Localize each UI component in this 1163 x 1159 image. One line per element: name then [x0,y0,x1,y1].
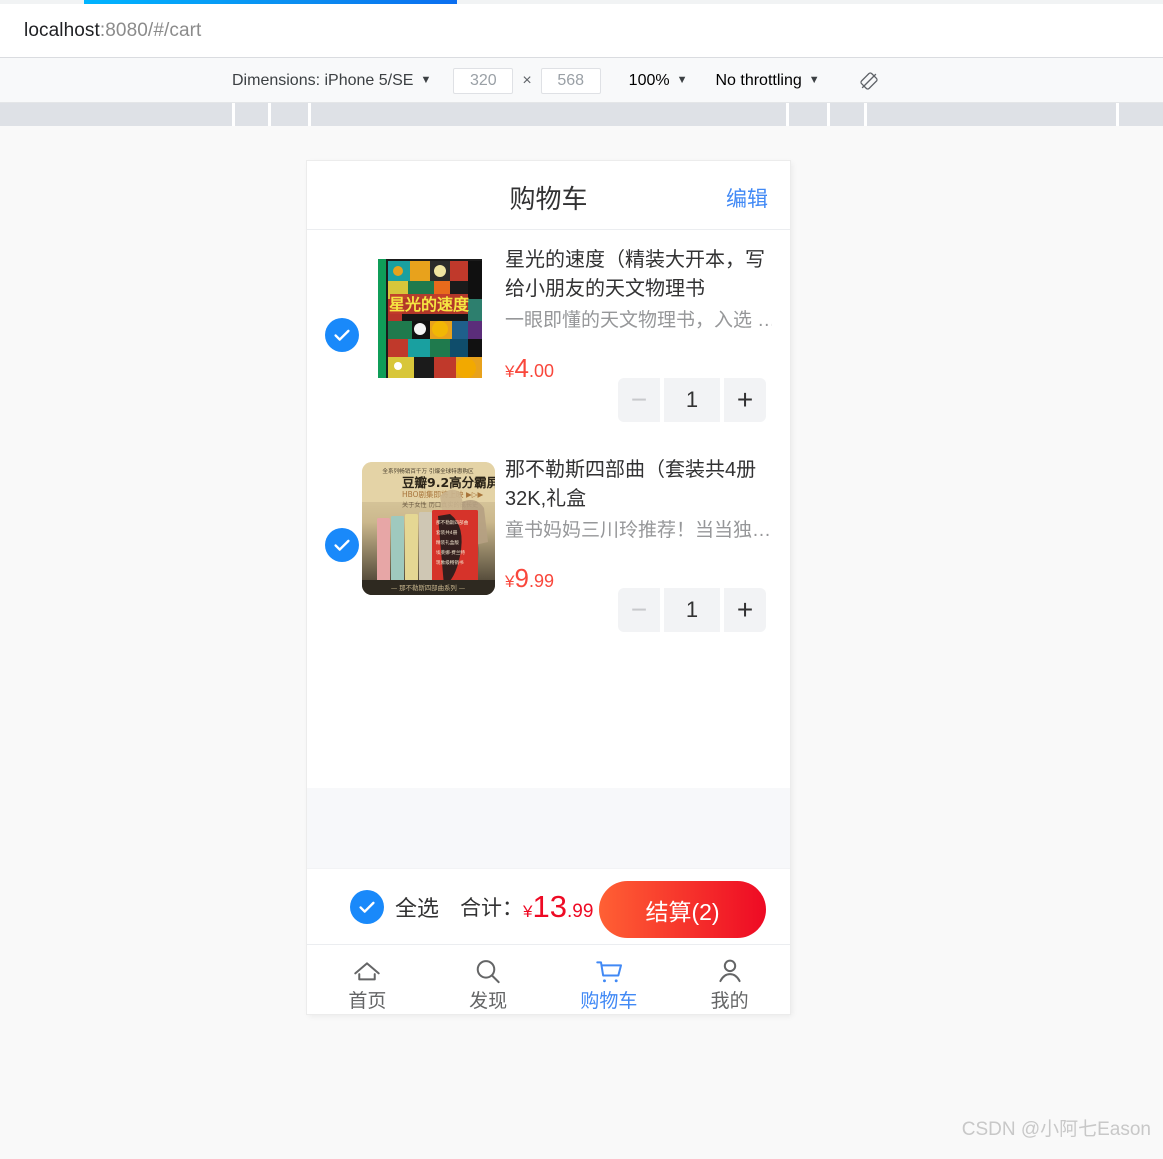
check-icon [334,539,350,551]
tab-profile[interactable]: 我的 [669,956,790,1011]
price-integer: 9 [514,563,529,593]
rotate-icon[interactable] [858,70,880,92]
device-dimensions-label: Dimensions: iPhone 5/SE [232,71,414,89]
quantity-increase-button[interactable]: + [724,378,766,422]
search-icon [476,959,500,983]
price-integer: 4 [514,353,529,383]
svg-text:精装礼盒版: 精装礼盒版 [436,539,459,546]
ruler-tick [827,103,830,126]
select-all-label: 全选 [395,895,440,921]
item-checkbox[interactable] [325,318,359,352]
svg-text:全系列畅销百千万 引爆全球特惠购区: 全系列畅销百千万 引爆全球特惠购区 [382,467,474,475]
chevron-down-icon: ▼ [420,74,432,86]
viewport-ruler [0,103,1163,126]
ruler-tick [268,103,271,126]
svg-text:那不勒斯四部曲: 那不勒斯四部曲 [436,519,469,526]
ruler-tick [864,103,867,126]
dimension-separator: × [522,71,532,89]
tab-label: 首页 [348,990,387,1012]
cart-item: 星光的速度 星光的速度（精装大开本，写给小朋友的天文物理书 一眼即懂的天文物理书… [307,230,790,440]
cart-item-list: 星光的速度 星光的速度（精装大开本，写给小朋友的天文物理书 一眼即懂的天文物理书… [307,230,790,650]
select-all-checkbox[interactable] [350,889,384,924]
product-title: 那不勒斯四部曲（套装共4册 32K,礼盒 [505,459,757,510]
quantity-decrease-button[interactable]: − [618,588,660,632]
chevron-down-icon: ▼ [676,74,688,86]
viewport-width-input[interactable] [453,67,514,94]
throttling-label: No throttling [715,71,802,89]
svg-text:埃莱娜·费兰特: 埃莱娜·费兰特 [436,549,465,556]
product-title: 星光的速度（精装大开本，写给小朋友的天文物理书 [505,249,765,300]
price-decimal: .00 [528,361,554,381]
total-label: 合计： [460,896,524,920]
svg-text:现象级畅销书: 现象级畅销书 [436,559,464,566]
edit-button[interactable]: 编辑 [726,183,768,213]
svg-text:套装共4册: 套装共4册 [436,529,458,536]
quantity-input[interactable] [664,378,720,422]
product-description: 童书妈妈三川玲推荐！当当独… [505,520,772,541]
page-title: 购物车 [509,184,588,214]
ruler-tick [232,103,235,126]
chevron-down-icon: ▼ [808,74,820,86]
product-thumbnail[interactable]: 全系列畅销百千万 引爆全球特惠购区 豆瓣9.2高分霸屏 HBO剧集即将上映 ▶▷… [362,462,495,595]
tab-label: 购物车 [580,990,638,1012]
quantity-input[interactable] [664,588,720,632]
device-emulation-toolbar: Dimensions: iPhone 5/SE ▼ × 100% ▼ No th… [0,58,1163,103]
device-dimensions-dropdown[interactable]: Dimensions: iPhone 5/SE ▼ [232,72,431,90]
bottom-tab-bar: 首页 发现 购物车 我的 [307,944,790,1014]
book-cover-starlight-icon: 星光的速度 [362,252,495,385]
url-path: :8080/#/cart [99,20,202,41]
user-icon [719,959,741,982]
quantity-decrease-button[interactable]: − [618,378,660,422]
product-info: 那不勒斯四部曲（套装共4册 32K,礼盒 童书妈妈三川玲推荐！当当独… ¥9.9… [505,456,772,594]
csdn-watermark: CSDN @小阿七Eason [961,1119,1151,1140]
tab-label: 我的 [710,990,749,1012]
ruler-tick [308,103,311,126]
total-decimal: .99 [566,900,594,922]
svg-text:— 那不勒斯四部曲系列 —: — 那不勒斯四部曲系列 — [391,583,466,592]
cart-navbar: 购物车 编辑 [307,161,790,230]
item-checkbox[interactable] [325,528,359,562]
cart-item: 全系列畅销百千万 引爆全球特惠购区 豆瓣9.2高分霸屏 HBO剧集即将上映 ▶▷… [307,440,790,650]
zoom-label: 100% [628,71,670,89]
quantity-stepper: − + [618,378,766,422]
tab-cart[interactable]: 购物车 [549,956,670,1011]
ruler-tick [786,103,789,126]
cart-list-empty-space [307,650,790,788]
quantity-increase-button[interactable]: + [724,588,766,632]
url-text: localhost:8080/#/cart [24,20,201,42]
cart-bottom-spacer [307,788,790,868]
ruler-tick [1116,103,1119,126]
product-description: 一眼即懂的天文物理书，入选 … [505,310,772,331]
home-icon [354,961,381,980]
submit-bar: 全选 合计： ¥13.99 结算(2) [307,868,790,944]
svg-text:豆瓣9.2高分霸屏: 豆瓣9.2高分霸屏 [402,475,495,490]
cart-icon [596,960,622,982]
device-viewport: 购物车 编辑 星光的速度 星光的速度（精装大开本，写给小朋友的天文物理书 一眼即… [307,161,790,1014]
quantity-stepper: − + [618,588,766,632]
svg-text:星光的速度: 星光的速度 [389,295,470,314]
zoom-dropdown[interactable]: 100% ▼ [629,72,688,90]
tab-discover[interactable]: 发现 [428,956,549,1011]
product-thumbnail[interactable]: 星光的速度 [362,252,495,385]
total-integer: 13 [532,888,567,924]
price-decimal: .99 [528,571,554,591]
tab-label: 发现 [469,990,508,1012]
book-cover-naples-icon: 全系列畅销百千万 引爆全球特惠购区 豆瓣9.2高分霸屏 HBO剧集即将上映 ▶▷… [362,462,495,595]
tab-home[interactable]: 首页 [307,956,428,1011]
total-price: ¥13.99 [523,889,593,925]
product-info: 星光的速度（精装大开本，写给小朋友的天文物理书 一眼即懂的天文物理书，入选 … … [505,246,772,384]
browser-url-bar[interactable]: localhost:8080/#/cart [0,4,1163,58]
checkout-button[interactable]: 结算(2) [599,881,766,938]
url-host: localhost [24,20,100,41]
check-icon [359,901,375,913]
throttling-dropdown[interactable]: No throttling ▼ [715,72,819,90]
check-icon [334,329,350,341]
viewport-height-input[interactable] [540,67,601,94]
